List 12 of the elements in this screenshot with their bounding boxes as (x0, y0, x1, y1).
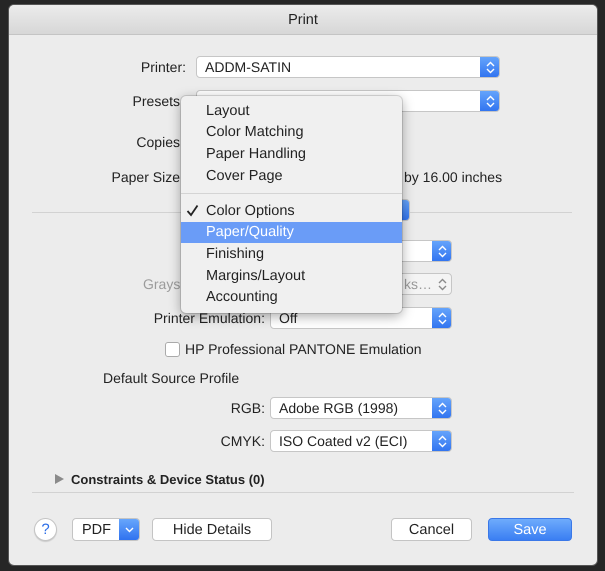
window-title: Print (288, 12, 318, 28)
field-label: Paper Size (112, 169, 180, 185)
field-label: Printer: (140, 59, 186, 75)
field-label: CMYK: (220, 433, 265, 449)
field-label: Grays (143, 276, 180, 292)
paper-size-text: by 16.00 inches (404, 169, 502, 185)
field-label: RGB: (230, 400, 265, 416)
checkbox-label: HP Professional PANTONE Emulation (185, 341, 422, 357)
section-label: Default Source Profile (103, 370, 240, 386)
field-label: Printer Emulation: (154, 310, 265, 326)
field-label: Presets (132, 93, 180, 109)
field-label: Copies (136, 134, 180, 150)
